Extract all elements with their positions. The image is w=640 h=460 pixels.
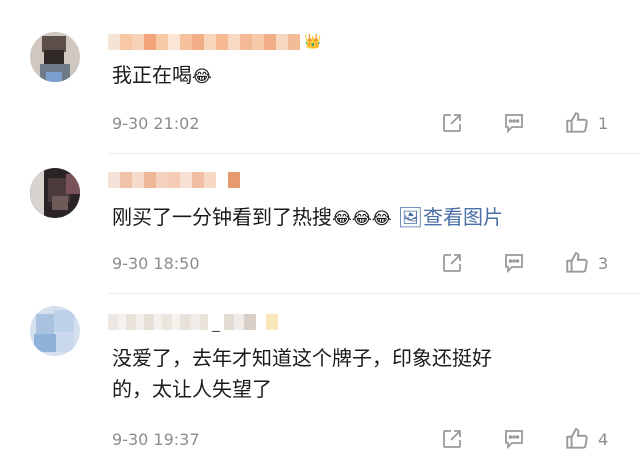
like-count: 3 [598,253,609,273]
avatar[interactable] [30,306,80,356]
view-image-label: 查看图片 [422,205,503,229]
divider [108,293,640,294]
comment-text: 没爱了，去年才知道这个牌子，印象还挺好 的，太让人失望了 [112,343,612,405]
image-icon: 🖼 [397,205,423,229]
username-fragment: _ [212,312,220,332]
like-icon [564,250,590,276]
avatar[interactable] [30,168,80,218]
view-image-link[interactable]: 🖼查看图片 [398,205,503,229]
comment-icon[interactable] [502,251,526,275]
crown-badge-icon: 👑 [304,34,322,50]
comment-text: 我正在喝😂 [112,60,612,93]
like-button[interactable]: 3 [564,250,608,276]
timestamp: 9-30 21:02 [112,114,200,133]
like-count: 4 [598,429,609,449]
timestamp: 9-30 19:37 [112,430,200,449]
comment-actions: 1 [440,110,608,136]
laughing-emoji-icon: 😂 [192,67,212,87]
comment-text: 刚买了一分钟看到了热搜😂😂😂 🖼查看图片 [112,202,612,235]
like-button[interactable]: 1 [564,110,608,136]
like-icon [564,110,590,136]
comment-actions: 4 [440,426,608,452]
comment-actions: 3 [440,250,608,276]
divider [108,153,640,154]
share-icon[interactable] [440,251,464,275]
timestamp: 9-30 18:50 [112,254,200,273]
comment-body: 我正在喝 [112,63,192,87]
username-blurred[interactable]: _ [108,312,278,332]
like-button[interactable]: 4 [564,426,608,452]
comment-body: 刚买了一分钟看到了热搜 [112,205,332,229]
share-icon[interactable] [440,427,464,451]
avatar[interactable] [30,32,80,82]
laughing-emoji-icon: 😂😂😂 [332,209,392,229]
comment-icon[interactable] [502,111,526,135]
username-blurred[interactable]: 👑 [108,32,321,52]
comment-body-line-2: 的，太让人失望了 [112,377,272,401]
like-count: 1 [598,113,609,133]
comment-icon[interactable] [502,427,526,451]
share-icon[interactable] [440,111,464,135]
username-blurred[interactable] [108,170,240,190]
comment-body-line-1: 没爱了，去年才知道这个牌子，印象还挺好 [112,346,492,370]
like-icon [564,426,590,452]
